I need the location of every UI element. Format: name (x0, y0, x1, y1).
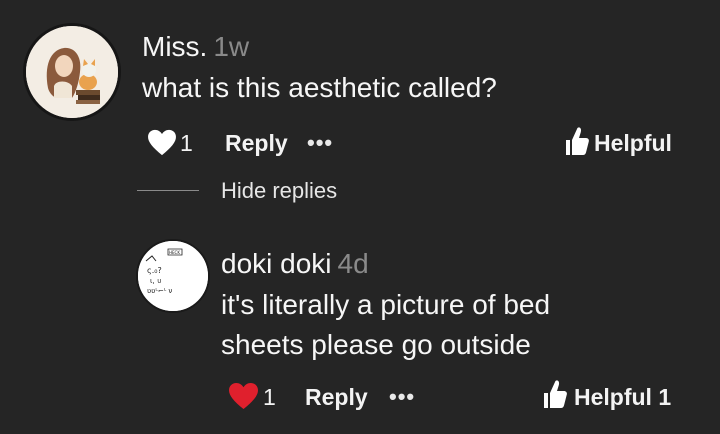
heart-filled-red-icon (229, 382, 258, 410)
heart-icon (148, 129, 176, 156)
reply-text: it's literally a picture of bed sheets p… (221, 285, 550, 365)
helpful-button[interactable]: Helpful (558, 124, 678, 160)
username[interactable]: Miss. (142, 31, 207, 62)
comment-header: Miss. 1w (142, 33, 249, 61)
username[interactable]: doki doki (221, 248, 332, 279)
svg-text:ʋʋᴸ⌐ᴸ ν: ʋʋᴸ⌐ᴸ ν (147, 287, 172, 295)
thumbs-up-icon (566, 127, 589, 155)
like-count: 1 (263, 384, 276, 410)
more-options-button[interactable]: ••• (307, 132, 333, 154)
svg-text:ι, ∪: ι, ∪ (150, 277, 162, 285)
helpful-label: Helpful (594, 130, 672, 156)
reply-avatar[interactable]: HECK ς.₀? ι, ∪ ʋʋᴸ⌐ᴸ ν (136, 239, 210, 313)
svg-text:ς.₀?: ς.₀? (147, 266, 162, 275)
like-button[interactable] (228, 382, 262, 412)
helpful-label: Helpful 1 (574, 384, 672, 410)
helpful-button[interactable]: Helpful 1 (538, 377, 678, 413)
timestamp: 4d (337, 248, 369, 279)
timestamp: 1w (213, 31, 250, 62)
hide-replies-button[interactable]: Hide replies (221, 180, 337, 202)
reply-button[interactable]: Reply (305, 386, 368, 409)
more-options-button[interactable]: ••• (389, 386, 415, 408)
like-count: 1 (180, 130, 193, 156)
reply-header: doki doki 4d (221, 250, 369, 278)
avatar[interactable] (23, 23, 121, 121)
reply-text-line: sheets please go outside (221, 329, 531, 360)
thumbs-up-icon (544, 380, 567, 408)
reply-text-line: it's literally a picture of bed (221, 289, 551, 320)
like-button[interactable] (147, 129, 181, 159)
avatar-sketch: HECK ς.₀? ι, ∪ ʋʋᴸ⌐ᴸ ν (138, 241, 208, 311)
comment-text: what is this aesthetic called? (142, 72, 497, 103)
avatar-illustration (26, 26, 118, 118)
svg-text:HECK: HECK (169, 250, 180, 255)
replies-divider (137, 190, 199, 191)
reply-button[interactable]: Reply (225, 132, 288, 155)
